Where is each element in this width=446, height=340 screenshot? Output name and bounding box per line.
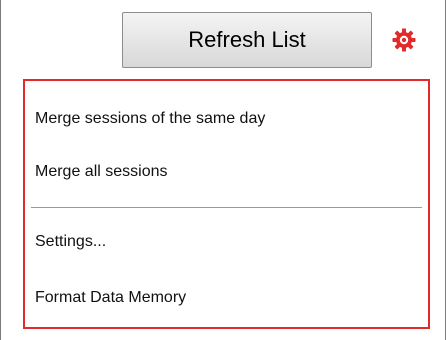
menu-item-settings[interactable]: Settings... — [35, 226, 418, 258]
refresh-list-button[interactable]: Refresh List — [122, 12, 372, 68]
menu-item-label: Settings... — [35, 233, 107, 250]
gear-icon[interactable] — [392, 28, 416, 52]
app-panel: Refresh List Merge sessions of the same … — [0, 0, 446, 340]
menu-item-merge-same-day[interactable]: Merge sessions of the same day — [35, 103, 418, 135]
menu-item-merge-all[interactable]: Merge all sessions — [35, 156, 418, 188]
refresh-list-label: Refresh List — [188, 27, 306, 52]
menu-item-label: Merge sessions of the same day — [35, 110, 266, 127]
menu-item-label: Merge all sessions — [35, 163, 168, 180]
options-menu: Merge sessions of the same day Merge all… — [23, 79, 430, 329]
menu-item-format-data-memory[interactable]: Format Data Memory — [35, 282, 418, 314]
menu-separator — [31, 207, 422, 208]
menu-item-label: Format Data Memory — [35, 289, 187, 306]
